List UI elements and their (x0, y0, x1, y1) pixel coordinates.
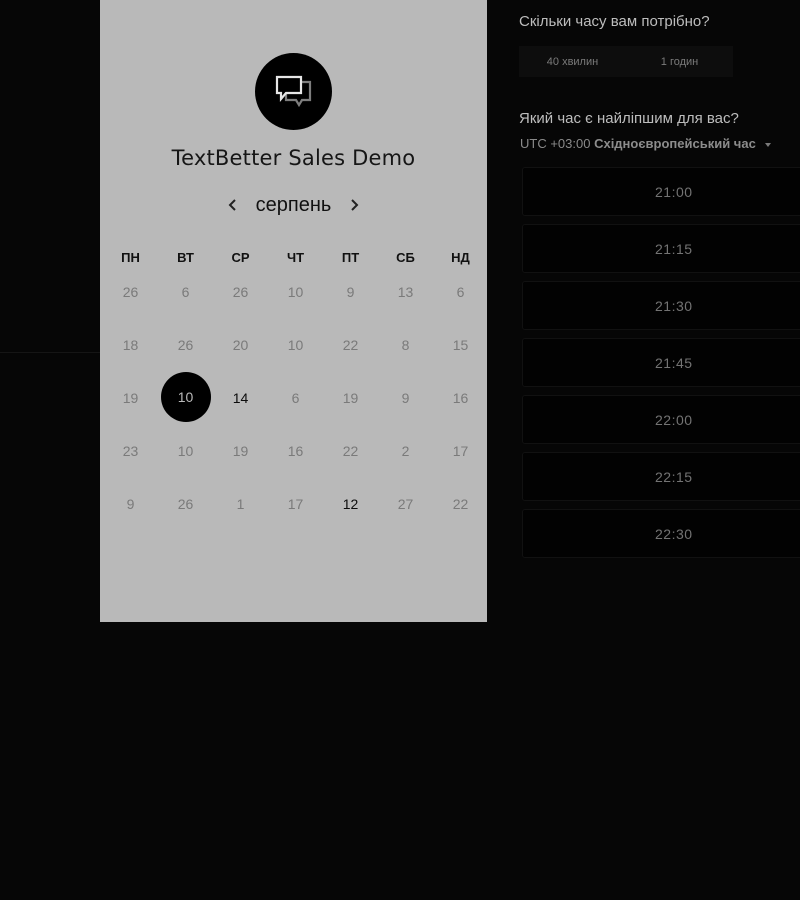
weekday-label: ПТ (341, 250, 360, 265)
duration-option[interactable]: 40 хвилин (519, 46, 626, 77)
calendar-day: 17 (452, 442, 469, 459)
next-month-button[interactable] (343, 194, 365, 216)
timezone-selector[interactable]: UTC +03:00 Східноєвропейський час (520, 136, 772, 151)
calendar-day: 20 (232, 336, 249, 353)
calendar-day: 22 (342, 336, 359, 353)
time-question: Який час є найліпшим для вас? (519, 110, 739, 127)
calendar-day: 26 (122, 283, 139, 300)
duration-option[interactable]: 1 годин (626, 46, 733, 77)
weekday-label: ЧТ (286, 250, 305, 265)
calendar-day: 6 (291, 389, 300, 406)
calendar-day: 16 (287, 442, 304, 459)
duration-selector: 40 хвилин 1 годин (519, 46, 733, 77)
selected-day-label: 10 (160, 371, 211, 422)
time-slot-list: 21:00 21:15 21:30 21:45 22:00 22:15 22:3… (522, 167, 800, 566)
calendar-day: 26 (177, 336, 194, 353)
chevron-left-icon (228, 199, 236, 211)
calendar-day-selected[interactable]: 10 (158, 371, 213, 424)
prev-month-button[interactable] (222, 194, 244, 216)
time-slot[interactable]: 22:30 (522, 509, 800, 558)
calendar-day: 2 (401, 442, 410, 459)
calendar-day-available[interactable]: 12 (323, 477, 378, 530)
calendar-day: 10 (287, 336, 304, 353)
time-slot[interactable]: 22:15 (522, 452, 800, 501)
chat-bubbles-icon (255, 53, 332, 130)
timezone-offset: UTC +03:00 (520, 136, 591, 151)
calendar-day: 16 (452, 389, 469, 406)
calendar-day: 13 (397, 283, 414, 300)
weekday-label: ПН (121, 250, 140, 265)
company-name: TextBetter Sales Demo (171, 146, 416, 170)
weekday-label: СР (231, 250, 250, 265)
time-slot[interactable]: 21:00 (522, 167, 800, 216)
caret-down-icon (765, 142, 772, 147)
weekday-label: НД (451, 250, 470, 265)
calendar-day: 19 (342, 389, 359, 406)
calendar-day: 6 (456, 283, 465, 300)
calendar-day: 9 (346, 283, 355, 300)
scheduling-panel: Скільки часу вам потрібно? 40 хвилин 1 г… (519, 0, 800, 600)
calendar-day: 27 (397, 495, 414, 512)
calendar-day: 6 (181, 283, 190, 300)
calendar-day: 17 (287, 495, 304, 512)
calendar-day: 9 (126, 495, 135, 512)
calendar-day: 1 (236, 495, 245, 512)
calendar-day-available[interactable]: 14 (213, 371, 268, 424)
weekday-label: ВТ (177, 250, 194, 265)
time-slot[interactable]: 21:30 (522, 281, 800, 330)
duration-question: Скільки часу вам потрібно? (519, 13, 710, 30)
chevron-right-icon (351, 199, 359, 211)
weekday-header: ПН ВТ СР ЧТ ПТ СБ НД (103, 250, 488, 265)
calendar-day: 19 (122, 389, 139, 406)
calendar-day: 26 (177, 495, 194, 512)
timezone-name: Східноєвропейський час (594, 136, 756, 151)
calendar-day: 9 (401, 389, 410, 406)
month-navigation: серпень (100, 190, 487, 220)
divider (0, 352, 100, 353)
calendar-day: 18 (122, 336, 139, 353)
calendar-day: 10 (287, 283, 304, 300)
calendar-day: 23 (122, 442, 139, 459)
time-slot[interactable]: 21:45 (522, 338, 800, 387)
calendar-day: 8 (401, 336, 410, 353)
calendar-day: 22 (342, 442, 359, 459)
calendar-day: 22 (452, 495, 469, 512)
weekday-label: СБ (396, 250, 415, 265)
calendar-day: 15 (452, 336, 469, 353)
calendar-panel: TextBetter Sales Demo серпень ПН ВТ СР Ч… (100, 0, 487, 622)
month-label: серпень (255, 193, 332, 216)
booking-page: TextBetter Sales Demo серпень ПН ВТ СР Ч… (0, 0, 800, 900)
calendar-day: 19 (232, 442, 249, 459)
calendar-grid: 26 6 26 10 9 13 6 18 26 20 10 22 8 15 19… (103, 265, 488, 530)
calendar-day: 26 (232, 283, 249, 300)
time-slot[interactable]: 22:00 (522, 395, 800, 444)
time-slot[interactable]: 21:15 (522, 224, 800, 273)
calendar-day: 10 (177, 442, 194, 459)
